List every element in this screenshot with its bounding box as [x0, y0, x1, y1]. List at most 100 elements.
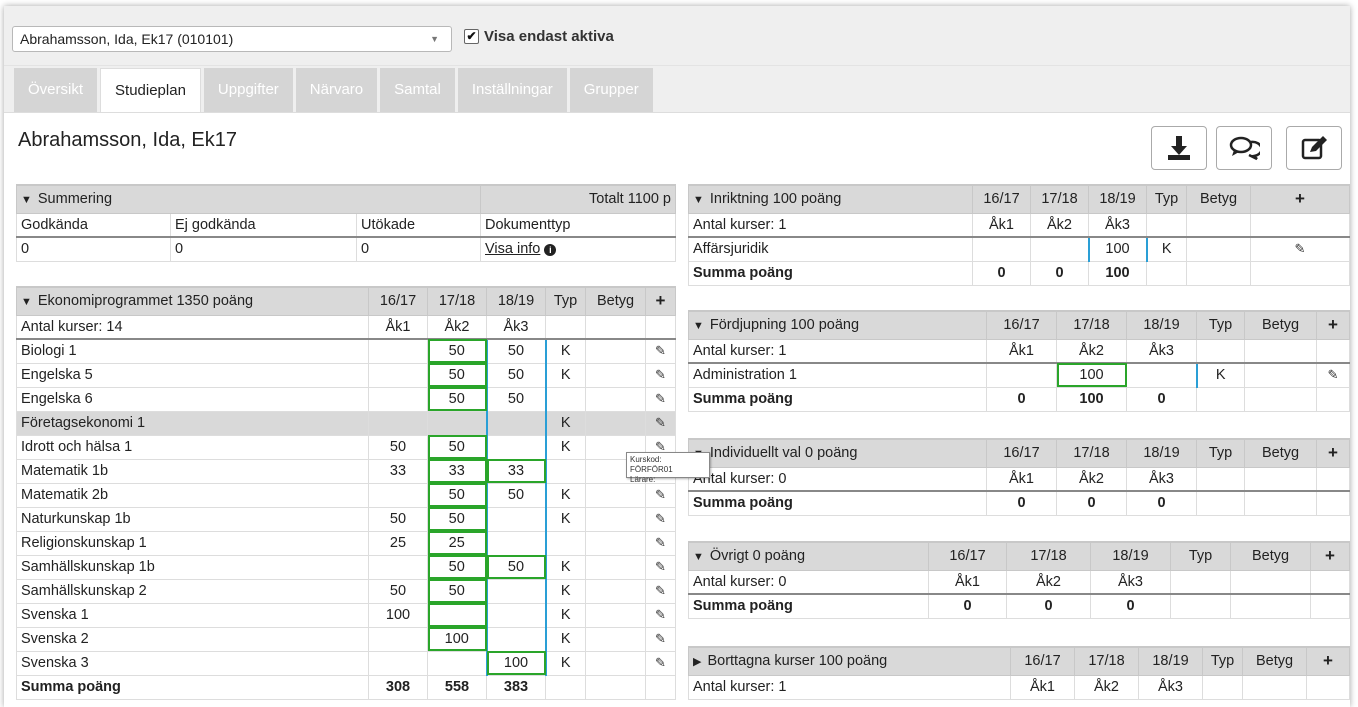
- points-cell[interactable]: [368, 482, 428, 508]
- points-cell[interactable]: [368, 650, 428, 676]
- page-title: Abrahamsson, Ida, Ek17: [18, 129, 238, 151]
- tab-narvaro[interactable]: Närvaro: [295, 68, 378, 112]
- student-select[interactable]: Abrahamsson, Ida, Ek17 (010101) ▼: [12, 26, 452, 52]
- points-cell[interactable]: 50: [368, 434, 428, 460]
- points-cell[interactable]: 25: [427, 530, 487, 556]
- plus-icon[interactable]: +: [1310, 541, 1350, 571]
- points-cell[interactable]: 50: [427, 482, 487, 508]
- summary-header[interactable]: ▼ Summering: [16, 184, 481, 214]
- borttagna-header[interactable]: ▶ Borttagna kurser 100 poäng: [688, 646, 1011, 676]
- edit-icon[interactable]: ✎: [645, 338, 676, 364]
- edit-icon[interactable]: ✎: [645, 578, 676, 604]
- points-cell[interactable]: [368, 626, 428, 652]
- edit-icon[interactable]: ✎: [645, 650, 676, 676]
- points-cell[interactable]: 50: [427, 554, 487, 580]
- sum-label: Summa poäng: [688, 593, 929, 619]
- visa-info-link[interactable]: Visa info i: [480, 236, 676, 262]
- points-cell[interactable]: 50: [427, 578, 487, 604]
- plus-icon[interactable]: +: [1316, 438, 1350, 468]
- fordjupning-header[interactable]: ▼ Fördjupning 100 poäng: [688, 310, 987, 340]
- ekonomi-header[interactable]: ▼ Ekonomiprogrammet 1350 poäng: [16, 286, 369, 316]
- edit-icon[interactable]: ✎: [645, 362, 676, 388]
- course-name: Matematik 2b: [16, 482, 369, 508]
- betyg-header: Betyg: [1244, 438, 1317, 468]
- points-cell[interactable]: 50: [427, 506, 487, 532]
- edit-icon[interactable]: ✎: [645, 530, 676, 556]
- ak-label: Åk2: [1056, 466, 1127, 492]
- points-cell[interactable]: 100: [368, 602, 428, 628]
- points-cell[interactable]: 100: [485, 650, 546, 676]
- edit-icon[interactable]: ✎: [1316, 362, 1350, 388]
- course-count: Antal kurser: 1: [688, 674, 1011, 700]
- edit-icon[interactable]: ✎: [645, 386, 676, 412]
- download-button[interactable]: [1151, 126, 1207, 170]
- chevron-down-icon: ▼: [21, 296, 32, 309]
- edit-icon[interactable]: ✎: [1250, 236, 1350, 262]
- ak-label: Åk2: [1006, 569, 1091, 595]
- year-header: 18/19: [1090, 541, 1171, 571]
- points-cell[interactable]: 50: [427, 338, 487, 364]
- summary-table: ▼ Summering Totalt 1100 p Godkända Ej god…: [16, 184, 676, 262]
- points-cell[interactable]: [368, 362, 428, 388]
- points-cell[interactable]: 50: [485, 386, 546, 412]
- points-cell[interactable]: 100: [427, 626, 487, 652]
- points-cell[interactable]: 33: [427, 458, 487, 484]
- active-only-checkbox[interactable]: ✔ Visa endast aktiva: [464, 28, 614, 45]
- points-cell[interactable]: 33: [485, 458, 546, 484]
- points-cell[interactable]: [368, 410, 428, 436]
- plus-icon[interactable]: +: [645, 286, 676, 316]
- points-cell[interactable]: 50: [485, 554, 546, 580]
- edit-icon[interactable]: ✎: [645, 506, 676, 532]
- typ-cell: K: [544, 554, 586, 580]
- points-cell[interactable]: 33: [368, 458, 428, 484]
- points-cell[interactable]: 50: [427, 386, 487, 412]
- edit-icon[interactable]: ✎: [645, 602, 676, 628]
- course-count: Antal kurser: 0: [688, 466, 987, 492]
- ovrigt-header[interactable]: ▼ Övrigt 0 poäng: [688, 541, 929, 571]
- table-row: Engelska 6 50 50 ✎: [16, 386, 676, 412]
- points-cell[interactable]: 50: [485, 482, 546, 508]
- points-cell[interactable]: [485, 434, 546, 460]
- points-cell[interactable]: [485, 578, 546, 604]
- points-cell[interactable]: [368, 338, 428, 364]
- inriktning-header[interactable]: ▼ Inriktning 100 poäng: [688, 184, 973, 214]
- ak-label: Åk2: [1030, 212, 1089, 238]
- tab-installningar[interactable]: Inställningar: [457, 68, 567, 112]
- points-cell[interactable]: 50: [427, 362, 487, 388]
- summary-col-dokumenttyp: Dokumenttyp: [480, 212, 676, 238]
- edit-icon[interactable]: ✎: [645, 554, 676, 580]
- points-cell[interactable]: [485, 530, 546, 556]
- chat-button[interactable]: [1216, 126, 1272, 170]
- points-cell[interactable]: [485, 410, 546, 436]
- plus-icon[interactable]: +: [1250, 184, 1350, 214]
- points-cell[interactable]: 50: [485, 338, 546, 364]
- edit-button[interactable]: [1286, 126, 1342, 170]
- edit-icon[interactable]: ✎: [645, 482, 676, 508]
- typ-header: Typ: [1196, 310, 1245, 340]
- points-cell[interactable]: [368, 386, 428, 412]
- tab-oversikt[interactable]: Översikt: [14, 68, 98, 112]
- points-cell[interactable]: [427, 650, 487, 676]
- points-cell[interactable]: 50: [427, 434, 487, 460]
- edit-icon[interactable]: ✎: [645, 410, 676, 436]
- points-cell[interactable]: [427, 602, 487, 628]
- points-cell[interactable]: 25: [368, 530, 428, 556]
- individuellt-header[interactable]: ▼Individuellt val 0 poäng: [688, 438, 987, 468]
- tab-studieplan[interactable]: Studieplan: [100, 68, 201, 112]
- tab-uppgifter[interactable]: Uppgifter: [203, 68, 293, 112]
- year-header: 18/19: [1126, 310, 1197, 340]
- tab-samtal[interactable]: Samtal: [380, 68, 455, 112]
- points-cell[interactable]: [427, 410, 487, 436]
- points-cell[interactable]: [485, 626, 546, 652]
- points-cell[interactable]: [368, 554, 428, 580]
- points-cell[interactable]: 50: [368, 506, 428, 532]
- sum-value: 558: [427, 674, 487, 700]
- points-cell[interactable]: 50: [368, 578, 428, 604]
- edit-icon[interactable]: ✎: [645, 626, 676, 652]
- points-cell[interactable]: [485, 506, 546, 532]
- plus-icon[interactable]: +: [1306, 646, 1350, 676]
- plus-icon[interactable]: +: [1316, 310, 1350, 340]
- points-cell[interactable]: [485, 602, 546, 628]
- points-cell[interactable]: 50: [485, 362, 546, 388]
- tab-grupper[interactable]: Grupper: [569, 68, 653, 112]
